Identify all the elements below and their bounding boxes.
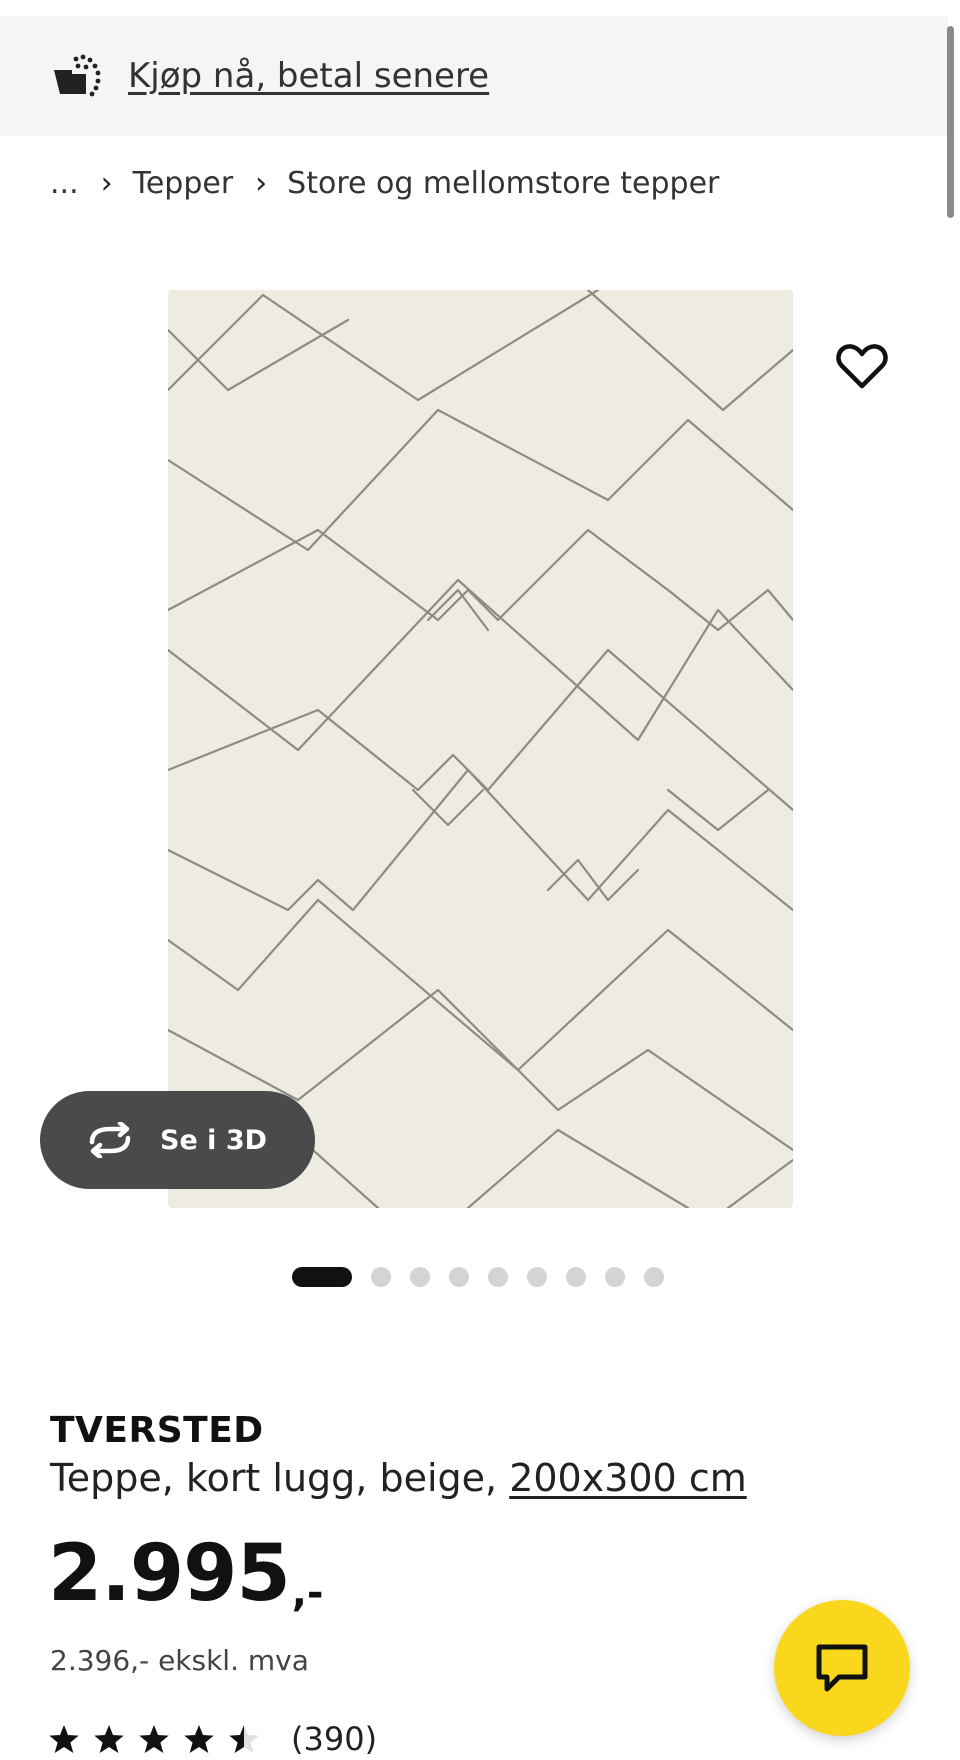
buy-now-pay-later-icon (54, 54, 101, 97)
chevron-right-icon: › (100, 166, 113, 201)
star-half-icon (229, 1725, 259, 1753)
product-name: TVERSTED (50, 1410, 264, 1451)
price-suffix: ,- (291, 1570, 324, 1616)
price-ex-vat: 2.396,- ekskl. mva (50, 1644, 309, 1677)
product-rating[interactable]: (390) (48, 1720, 377, 1758)
buy-now-pay-later-link[interactable]: Kjøp nå, betal senere (128, 56, 489, 96)
buy-now-pay-later-banner: Kjøp nå, betal senere (0, 16, 948, 136)
carousel-dot-1[interactable] (292, 1267, 352, 1287)
chat-button[interactable] (774, 1600, 910, 1736)
star-full-icon (184, 1725, 214, 1753)
product-size-link[interactable]: 200x300 cm (509, 1456, 747, 1500)
breadcrumb-item-tepper[interactable]: Tepper (133, 166, 234, 201)
breadcrumb: ... › Tepper › Store og mellomstore tepp… (50, 166, 719, 201)
product-description: Teppe, kort lugg, beige, 200x300 cm (50, 1456, 747, 1500)
product-price: 2.995 ,- (48, 1535, 324, 1613)
view-in-3d-label: Se i 3D (160, 1124, 268, 1156)
star-full-icon (94, 1725, 124, 1753)
carousel-dot-2[interactable] (371, 1267, 391, 1287)
image-carousel-pagination (292, 1267, 683, 1287)
breadcrumb-ellipsis[interactable]: ... (50, 166, 79, 201)
chevron-right-icon: › (255, 166, 268, 201)
rug-pattern-illustration (168, 290, 793, 1208)
chat-bubble-icon (816, 1644, 868, 1692)
review-count[interactable]: (390) (291, 1720, 377, 1758)
carousel-dot-4[interactable] (449, 1267, 469, 1287)
star-full-icon (49, 1725, 79, 1753)
heart-outline-icon[interactable] (834, 342, 890, 392)
carousel-dot-9[interactable] (644, 1267, 664, 1287)
rotate-3d-icon (89, 1122, 131, 1158)
carousel-dot-5[interactable] (488, 1267, 508, 1287)
star-full-icon (139, 1725, 169, 1753)
carousel-dot-3[interactable] (410, 1267, 430, 1287)
carousel-dot-6[interactable] (527, 1267, 547, 1287)
carousel-dot-8[interactable] (605, 1267, 625, 1287)
page-scrollbar[interactable] (947, 26, 954, 218)
carousel-dot-7[interactable] (566, 1267, 586, 1287)
breadcrumb-item-store-og-mellomstore-tepper[interactable]: Store og mellomstore tepper (287, 166, 719, 201)
view-in-3d-button[interactable]: Se i 3D (40, 1091, 315, 1189)
product-image[interactable] (168, 290, 793, 1208)
price-main: 2.995 (48, 1529, 291, 1619)
product-description-text: Teppe, kort lugg, beige, (50, 1456, 498, 1500)
